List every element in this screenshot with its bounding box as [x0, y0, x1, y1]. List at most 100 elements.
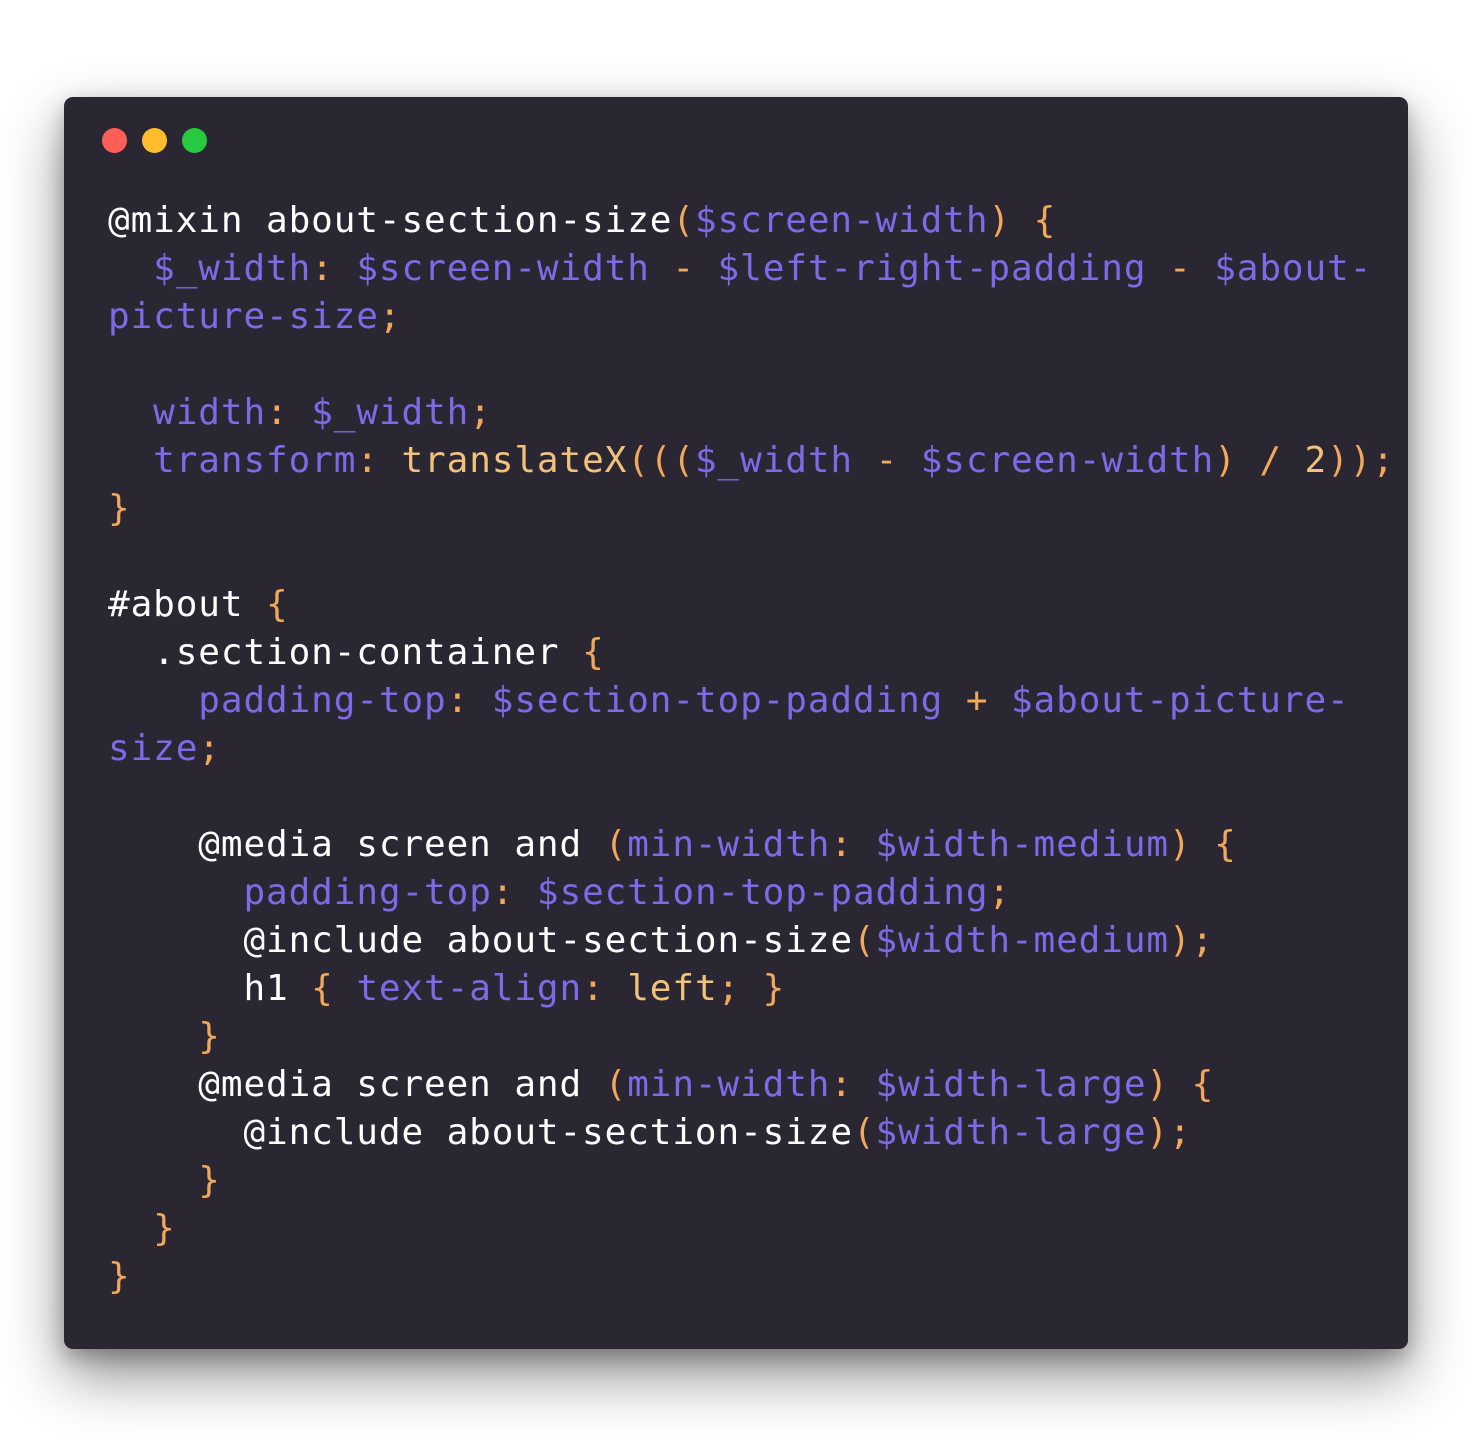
code-token: $screen-width [356, 248, 650, 289]
code-token: - [853, 440, 921, 481]
code-line: #about { [108, 581, 1395, 629]
code-token: : [830, 824, 876, 865]
code-line: transform: translateX((($_width - $scree… [108, 437, 1395, 485]
code-token: : [311, 248, 357, 289]
code-token: : [491, 872, 537, 913]
code-line: } [108, 1253, 1395, 1301]
code-line: padding-top: $section-top-padding + $abo… [108, 677, 1395, 725]
code-line: padding-top: $section-top-padding; [108, 869, 1395, 917]
code-token: min-width [627, 1064, 831, 1105]
code-token: transform [153, 440, 357, 481]
code-token: text-align [356, 968, 583, 1009]
code-token: ( [852, 1112, 876, 1153]
code-token: ( [604, 1064, 628, 1105]
code-token: ; [378, 296, 402, 337]
minimize-window-button[interactable] [142, 128, 167, 153]
code-token: ) [988, 200, 1011, 241]
code-token: ; } [717, 968, 786, 1009]
code-token: $screen-width [920, 440, 1215, 481]
code-token: : [582, 968, 628, 1009]
code-line: picture-size; [108, 293, 1395, 341]
code-token: padding-top [198, 680, 447, 721]
code-token: @media screen and [108, 824, 605, 865]
code-line: @mixin about-section-size($screen-width)… [108, 197, 1395, 245]
code-token: $_width [694, 440, 853, 481]
code-line: } [108, 1013, 1395, 1061]
code-token: + [943, 680, 1011, 721]
code-token: picture-size [108, 296, 379, 337]
code-token: : [446, 680, 492, 721]
code-line: @include about-section-size($width-mediu… [108, 917, 1395, 965]
code-token: { [266, 584, 289, 625]
code-line: @media screen and (min-width: $width-lar… [108, 1061, 1395, 1109]
code-token: ( [672, 200, 695, 241]
code-token: ; [469, 392, 492, 433]
maximize-window-button[interactable] [182, 128, 207, 153]
code-line: size; [108, 725, 1395, 773]
code-token: : [266, 392, 312, 433]
code-window: @mixin about-section-size($screen-width)… [64, 97, 1408, 1349]
code-token: } [108, 1160, 221, 1201]
code-token: $section-top-padding [536, 872, 989, 913]
code-token: } [108, 1256, 131, 1297]
code-token: : [830, 1064, 876, 1105]
code-token: size [108, 728, 199, 769]
code-token: $width-medium [875, 920, 1169, 961]
code-token: - [1146, 248, 1215, 289]
code-token: padding-top [243, 872, 492, 913]
code-token: min-width [627, 824, 831, 865]
close-window-button[interactable] [102, 128, 127, 153]
code-token: ; [988, 872, 1011, 913]
code-token: $_width [153, 248, 312, 289]
code-token: )); [1327, 440, 1395, 481]
code-token: $section-top-padding [491, 680, 944, 721]
code-token: @include about-section-size [108, 1112, 853, 1153]
code-token: ( [852, 920, 876, 961]
code-token: ( [604, 824, 628, 865]
code-token: { [582, 632, 605, 673]
code-line: .section-container { [108, 629, 1395, 677]
code-token: } [108, 1016, 221, 1057]
code-token: : [356, 440, 402, 481]
code-token: } [108, 488, 131, 529]
code-token: $width-medium [875, 824, 1169, 865]
code-token: left [627, 968, 718, 1009]
code-token: @media screen and [108, 1064, 605, 1105]
code-token: ; [198, 728, 221, 769]
code-line: @include about-section-size($width-large… [108, 1109, 1395, 1157]
code-token: .section-container [108, 632, 583, 673]
code-line: @media screen and (min-width: $width-med… [108, 821, 1395, 869]
code-token: 2 [1304, 440, 1328, 481]
code-token: ); [1146, 1112, 1192, 1153]
code-token: $about- [1214, 248, 1373, 289]
code-block: @mixin about-section-size($screen-width)… [108, 197, 1395, 1301]
code-token: h1 [108, 968, 312, 1009]
code-token: ) { [1146, 1064, 1215, 1105]
code-token: #about [108, 584, 267, 625]
code-token: ) { [1169, 824, 1237, 865]
code-token: $left-right-padding [717, 248, 1147, 289]
code-token: ); [1168, 920, 1215, 961]
code-line: h1 { text-align: left; } [108, 965, 1395, 1013]
code-token: { [311, 968, 357, 1009]
code-token: $about-picture- [1010, 680, 1350, 721]
code-token: $screen-width [694, 200, 989, 241]
code-line: } [108, 1205, 1395, 1253]
code-token: ) / [1214, 440, 1305, 481]
code-line: } [108, 485, 1395, 533]
code-line: width: $_width; [108, 389, 1395, 437]
code-token: @mixin about-section-size [108, 200, 673, 241]
code-token: $width-large [875, 1064, 1147, 1105]
code-token: width [153, 392, 267, 433]
code-token: $_width [311, 392, 470, 433]
code-token: - [649, 248, 718, 289]
code-line: } [108, 1157, 1395, 1205]
